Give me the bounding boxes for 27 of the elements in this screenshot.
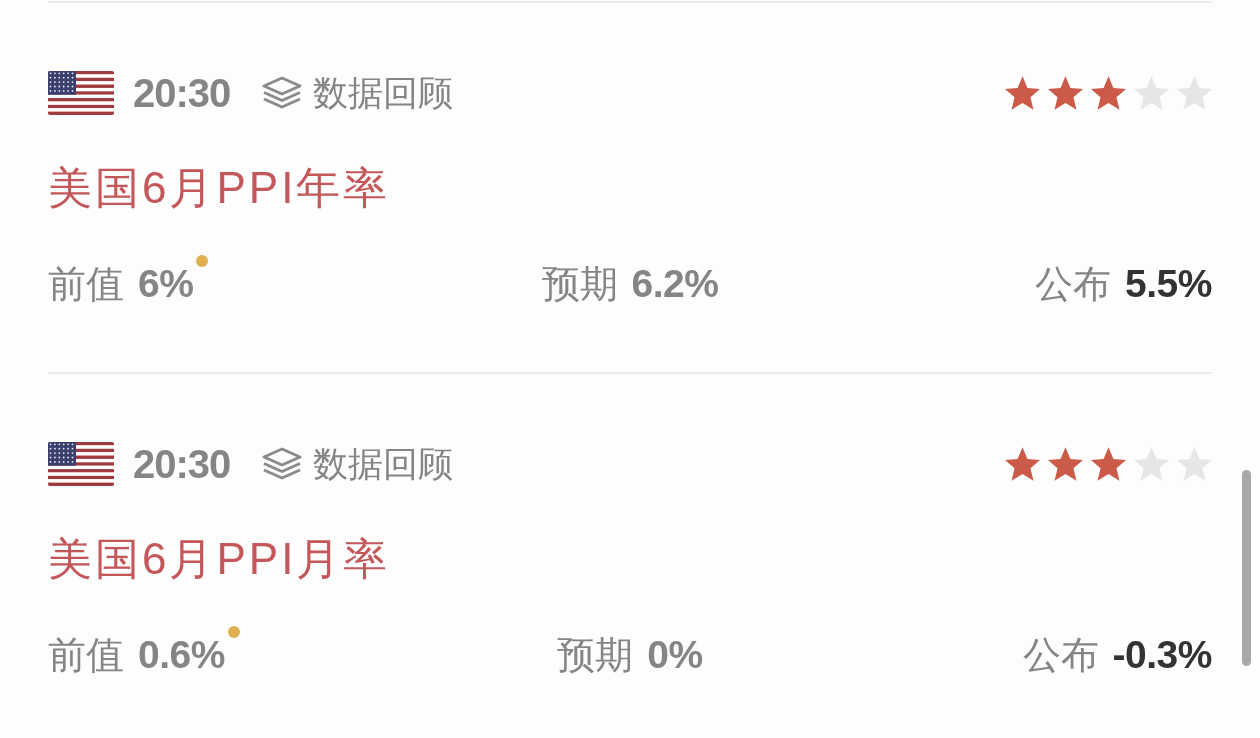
data-review-link[interactable]: 数据回顾: [260, 441, 454, 487]
star-icon: [1091, 76, 1126, 110]
event-title[interactable]: 美国6月PPI年率: [48, 162, 1212, 214]
actual-label: 公布: [1022, 633, 1099, 678]
event-title[interactable]: 美国6月PPI月率: [48, 533, 1212, 585]
actual-value: -0.3%: [1112, 632, 1212, 678]
actual-label: 公布: [1035, 262, 1112, 307]
actual-value: 5.5%: [1125, 261, 1212, 307]
star-icon: [1005, 447, 1040, 481]
previous-value: 0.6%: [138, 632, 225, 678]
forecast-label: 预期: [557, 633, 634, 678]
forecast-value: 6.2%: [631, 261, 719, 307]
forecast-value: 0%: [647, 632, 703, 678]
scrollbar[interactable]: [1242, 470, 1251, 666]
star-icon: [1048, 447, 1083, 481]
previous-label: 前值: [48, 633, 124, 678]
star-icon: [1091, 447, 1126, 481]
previous-label: 前值: [48, 262, 124, 307]
star-icon: [1005, 76, 1040, 110]
time-text: 20:30: [133, 441, 231, 487]
forecast-label: 预期: [541, 262, 618, 307]
time-text: 20:30: [133, 70, 231, 116]
data-review-link[interactable]: 数据回顾: [260, 70, 454, 116]
previous-value: 6%: [138, 261, 194, 307]
flag-icon: [48, 442, 114, 486]
flag-icon: [48, 71, 114, 115]
star-icon: [1048, 76, 1083, 110]
